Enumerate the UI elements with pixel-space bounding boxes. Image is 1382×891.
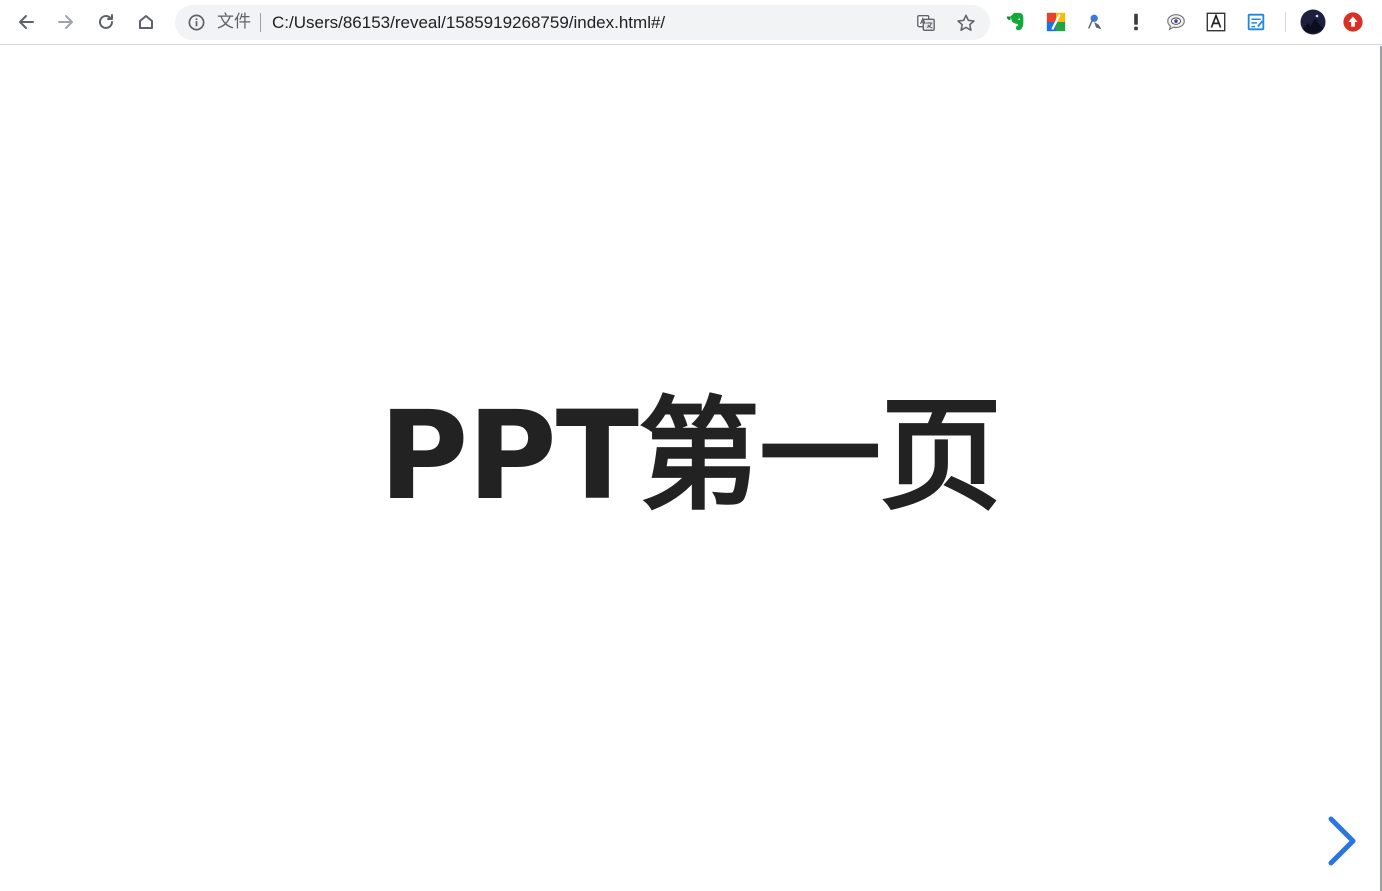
pin-extension-icon [1088,14,1102,30]
eye-chat-extension[interactable] [1164,10,1188,34]
red-upgrade-icon [1343,12,1363,32]
translate-button[interactable] [915,12,937,34]
slide-viewport: PPT第一页 [0,46,1380,891]
arrow-left-icon [19,15,34,29]
home-button[interactable] [131,6,161,38]
home-icon [139,15,153,29]
browser-toolbar: 文件 C:/Users/86153/reveal/1585919268759/i… [0,0,1382,45]
forward-button[interactable] [51,6,81,38]
upgrade-button[interactable] [1341,10,1365,34]
font-a-icon [1206,12,1226,32]
back-button[interactable] [11,6,41,38]
eye-chat-icon [1167,14,1185,31]
rainbow-extension-icon [1046,12,1066,32]
pin-extension[interactable] [1084,10,1108,34]
scheme-label: 文件 [217,12,251,32]
evernote-extension[interactable] [1004,10,1028,34]
rainbow-extension[interactable] [1044,10,1068,34]
evernote-icon [1006,12,1024,31]
chevron-right-icon[interactable] [1322,814,1362,868]
profile-avatar [1300,9,1326,35]
info-icon[interactable] [187,13,206,32]
bookmark-star-button[interactable] [955,12,977,34]
url-text[interactable]: C:/Users/86153/reveal/1585919268759/inde… [272,13,665,32]
address-bar[interactable]: 文件 C:/Users/86153/reveal/1585919268759/i… [175,5,990,40]
note-edit-icon [1247,13,1265,31]
font-extension[interactable] [1204,10,1228,34]
toolbar-divider [1285,12,1286,32]
reload-button[interactable] [91,6,121,38]
exclamation-icon [1134,13,1138,31]
star-icon [957,14,975,31]
note-edit-extension[interactable] [1244,10,1268,34]
slide-title: PPT第一页 [378,385,1002,527]
exclamation-extension[interactable] [1124,10,1148,34]
arrow-right-icon [58,15,73,29]
profile-button[interactable] [1300,9,1326,35]
reload-icon [99,14,113,29]
omnibox-separator [260,13,261,32]
translate-icon [917,15,935,31]
